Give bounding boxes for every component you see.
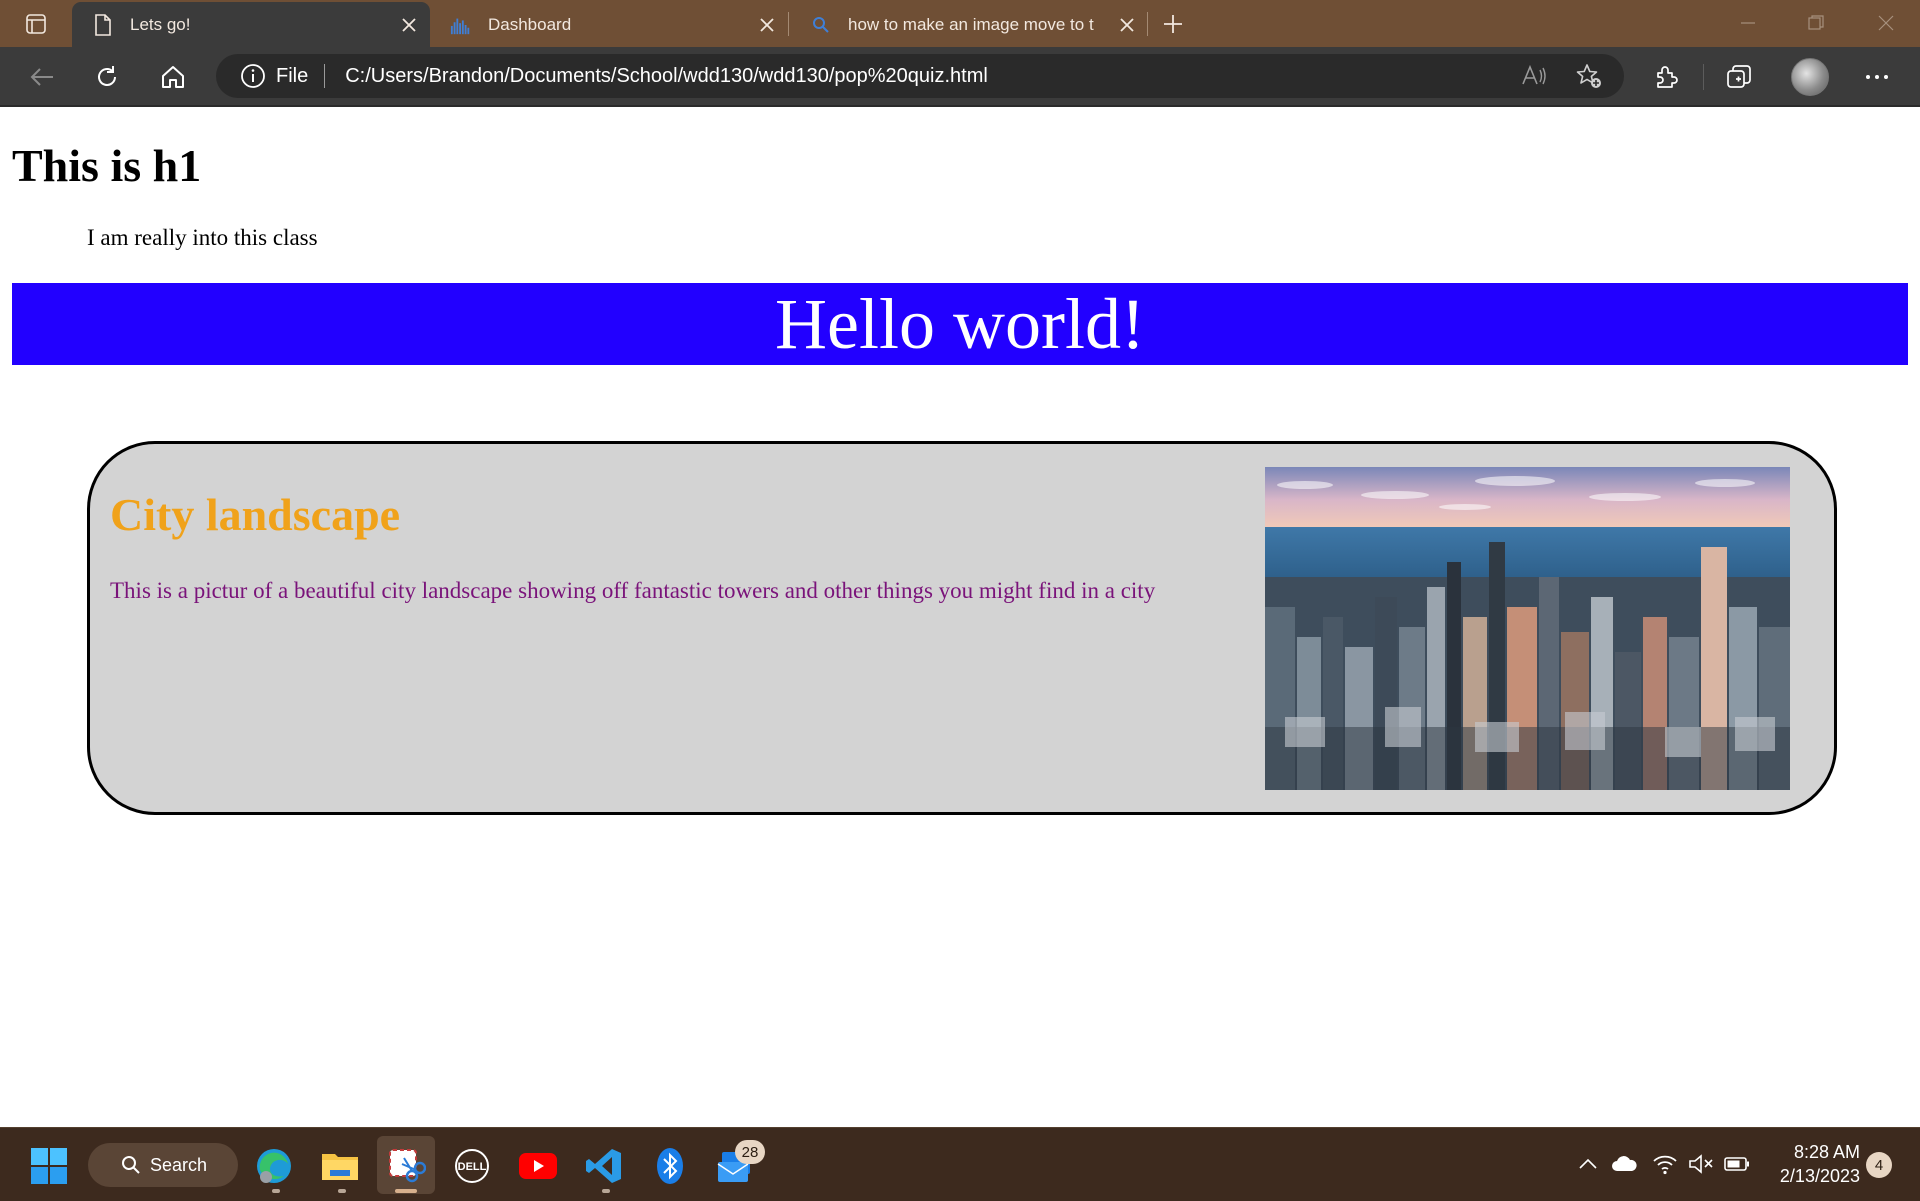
vscode-icon[interactable] [582, 1144, 626, 1188]
taskbar: Search DELL 28 8:28 AM 2/13/2023 4 [0, 1127, 1920, 1201]
toolbar-divider [1703, 64, 1704, 90]
address-url[interactable]: C:/Users/Brandon/Documents/School/wdd130… [345, 65, 988, 88]
site-scheme-label[interactable]: File [276, 65, 308, 88]
clock-date: 2/13/2023 [1779, 1166, 1860, 1186]
restore-icon[interactable] [1796, 8, 1836, 38]
address-divider [324, 64, 326, 88]
page-icon [92, 13, 114, 36]
minimize-icon[interactable] [1728, 8, 1768, 38]
onedrive-icon[interactable] [1610, 1150, 1638, 1178]
home-icon[interactable] [155, 59, 191, 95]
clock-time: 8:28 AM [1793, 1142, 1860, 1162]
read-aloud-icon[interactable] [1520, 62, 1550, 90]
hello-text: Hello world! [775, 284, 1145, 364]
youtube-icon[interactable] [516, 1144, 560, 1188]
tab-lets-go[interactable]: Lets go! [72, 2, 430, 47]
new-tab-icon[interactable] [1158, 10, 1188, 38]
site-info-icon[interactable] [240, 63, 266, 89]
dashboard-icon [450, 14, 472, 36]
tab-dashboard[interactable]: Dashboard [430, 2, 788, 47]
city-skyline-image [1265, 467, 1790, 790]
back-icon[interactable] [24, 59, 60, 95]
intro-text: I am really into this class [87, 225, 318, 250]
tab-divider [1147, 12, 1148, 36]
close-icon[interactable] [756, 14, 778, 36]
wifi-icon[interactable] [1651, 1150, 1679, 1178]
notification-badge[interactable]: 4 [1866, 1152, 1892, 1178]
battery-icon[interactable] [1723, 1150, 1751, 1178]
windows-start-icon[interactable] [27, 1144, 71, 1188]
search-icon [810, 14, 832, 36]
page-content: This is h1 I am really into this class H… [0, 107, 1920, 1127]
running-indicator [338, 1189, 346, 1193]
page-heading: This is h1 [12, 140, 202, 191]
card-title: City landscape [110, 489, 401, 540]
collections-icon[interactable] [1722, 59, 1758, 95]
close-icon[interactable] [1116, 14, 1138, 36]
tab-title: Lets go! [130, 14, 191, 34]
search-icon [120, 1154, 142, 1176]
edge-icon[interactable] [252, 1144, 296, 1188]
snipping-tool-icon[interactable] [384, 1144, 428, 1188]
tab-title: Dashboard [488, 14, 572, 34]
running-indicator [272, 1189, 280, 1193]
tab-title: how to make an image move to t [848, 14, 1094, 34]
running-indicator [602, 1189, 610, 1193]
extensions-icon[interactable] [1648, 59, 1684, 95]
svg-text:DELL: DELL [458, 1161, 487, 1173]
card-description: This is a pictur of a beautiful city lan… [110, 578, 1156, 603]
tab-strip: Lets go! Dashboard how to make an image … [0, 0, 1920, 47]
browser-toolbar: File C:/Users/Brandon/Documents/School/w… [0, 47, 1920, 107]
hello-banner: Hello world! [12, 283, 1908, 365]
bluetooth-icon[interactable] [648, 1144, 692, 1188]
system-clock[interactable]: 8:28 AM 2/13/2023 [1760, 1140, 1860, 1188]
refresh-icon[interactable] [89, 59, 125, 95]
tab-actions-icon[interactable] [20, 10, 52, 38]
running-indicator [395, 1189, 417, 1193]
chevron-up-icon[interactable] [1574, 1150, 1602, 1178]
dell-icon[interactable]: DELL [450, 1144, 494, 1188]
taskbar-search[interactable]: Search [88, 1143, 238, 1187]
mute-icon[interactable] [1687, 1150, 1715, 1178]
city-card: City landscape This is a pictur of a bea… [87, 441, 1837, 815]
more-options-icon[interactable] [1859, 59, 1895, 95]
tab-search[interactable]: how to make an image move to t [790, 2, 1148, 47]
add-favorite-icon[interactable] [1574, 62, 1604, 90]
taskbar-search-label: Search [150, 1154, 208, 1175]
file-explorer-icon[interactable] [318, 1144, 362, 1188]
address-bar[interactable]: File C:/Users/Brandon/Documents/School/w… [216, 54, 1624, 98]
mail-badge: 28 [735, 1140, 765, 1164]
profile-avatar[interactable] [1791, 58, 1829, 96]
window-close-icon[interactable] [1866, 8, 1906, 38]
tab-divider [788, 12, 789, 36]
close-icon[interactable] [398, 14, 420, 36]
